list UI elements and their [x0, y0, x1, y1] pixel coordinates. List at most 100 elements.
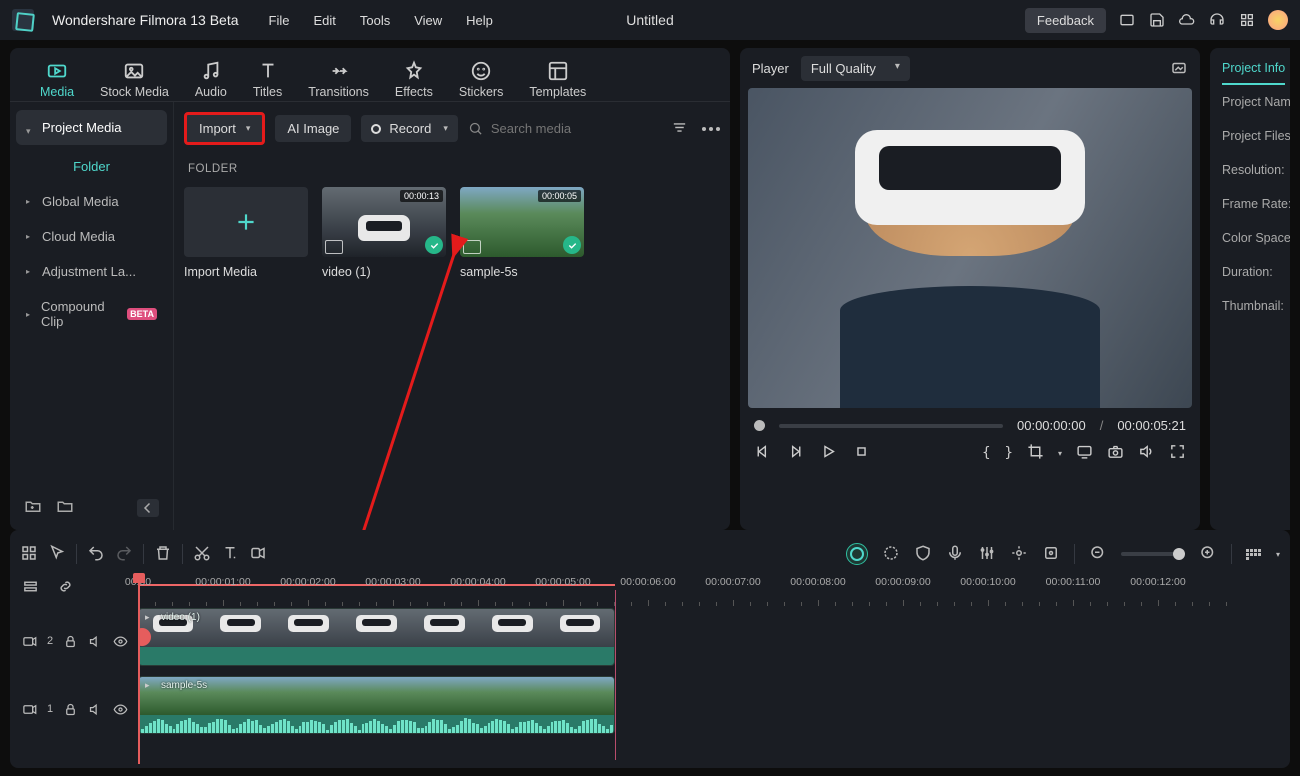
- mark-out-icon[interactable]: }: [1005, 445, 1013, 461]
- camera-icon[interactable]: [1107, 443, 1124, 463]
- clip-label: sample-5s: [161, 680, 207, 691]
- project-media-header[interactable]: Project Media: [16, 110, 167, 145]
- tab-effects[interactable]: Effects: [395, 60, 433, 101]
- more-icon[interactable]: [702, 127, 720, 131]
- link-icon[interactable]: [57, 578, 74, 598]
- search-media[interactable]: [468, 121, 661, 136]
- project-info-tab[interactable]: Project Info: [1222, 61, 1285, 85]
- track-add-icon[interactable]: [22, 578, 39, 598]
- import-button[interactable]: Import ▾: [184, 112, 265, 145]
- cursor-icon[interactable]: [48, 544, 66, 565]
- chevron-down-icon[interactable]: ▾: [1058, 449, 1062, 458]
- preview-viewport[interactable]: [748, 88, 1192, 408]
- titlebar: Wondershare Filmora 13 Beta File Edit To…: [0, 0, 1300, 40]
- grid-icon[interactable]: [20, 544, 38, 565]
- zoom-slider[interactable]: [1121, 552, 1185, 556]
- prev-frame-icon[interactable]: [754, 443, 771, 463]
- record-button[interactable]: Record ▾: [361, 115, 457, 142]
- shield-icon[interactable]: [914, 544, 932, 565]
- tab-transitions[interactable]: Transitions: [308, 60, 369, 101]
- delete-icon[interactable]: [154, 544, 172, 565]
- tab-templates[interactable]: Templates: [529, 60, 586, 101]
- quality-select[interactable]: Full Quality: [801, 56, 910, 81]
- progress-thumb[interactable]: [754, 420, 765, 431]
- eye-icon[interactable]: [113, 702, 128, 717]
- menu-view[interactable]: View: [414, 13, 442, 28]
- new-folder-icon[interactable]: [24, 497, 42, 518]
- filter-icon[interactable]: [671, 119, 688, 139]
- menu-file[interactable]: File: [269, 13, 290, 28]
- marker-icon[interactable]: [1042, 544, 1060, 565]
- tab-stickers[interactable]: Stickers: [459, 60, 503, 101]
- timeline-clip-sample5s[interactable]: ▸ sample-5s: [138, 676, 615, 734]
- snapshot-icon[interactable]: [1170, 59, 1188, 77]
- mic-icon[interactable]: [946, 544, 964, 565]
- ai-badge-icon[interactable]: [846, 543, 868, 565]
- mute-icon[interactable]: [88, 634, 103, 649]
- volume-icon[interactable]: [1138, 443, 1155, 463]
- timeline-ruler[interactable]: 00:0000:00:01:0000:00:02:0000:00:03:0000…: [138, 576, 1280, 606]
- collapse-icon[interactable]: [137, 499, 159, 517]
- eye-icon[interactable]: [113, 634, 128, 649]
- speed-icon[interactable]: [249, 544, 267, 565]
- zoom-in-icon[interactable]: [1199, 544, 1217, 565]
- ai-image-button[interactable]: AI Image: [275, 115, 351, 142]
- cut-icon[interactable]: [193, 544, 211, 565]
- play-back-icon[interactable]: [787, 443, 804, 463]
- sidebar-cloud-media[interactable]: ▸Cloud Media: [16, 219, 167, 254]
- sidebar-global-media[interactable]: ▸Global Media: [16, 184, 167, 219]
- tab-titles[interactable]: Titles: [253, 60, 282, 101]
- play-icon[interactable]: [820, 443, 837, 463]
- feedback-button[interactable]: Feedback: [1025, 8, 1106, 33]
- lock-icon[interactable]: [63, 634, 78, 649]
- media-clip-video1[interactable]: 00:00:13 video (1): [322, 187, 446, 279]
- undo-icon[interactable]: [87, 544, 105, 565]
- view-grid-icon[interactable]: [1246, 548, 1262, 560]
- media-clip-sample5s[interactable]: 00:00:05 sample-5s: [460, 187, 584, 279]
- layout-icon[interactable]: [1118, 11, 1136, 29]
- sidebar-compound-clip[interactable]: ▸Compound ClipBETA: [16, 289, 167, 339]
- menu-edit[interactable]: Edit: [313, 13, 335, 28]
- cloud-icon[interactable]: [1178, 11, 1196, 29]
- playhead[interactable]: [138, 574, 140, 764]
- stop-icon[interactable]: [853, 443, 870, 463]
- user-avatar[interactable]: [1268, 10, 1288, 30]
- track-1-lane[interactable]: ▸ sample-5s: [138, 676, 1280, 742]
- save-icon[interactable]: [1148, 11, 1166, 29]
- mute-icon[interactable]: [88, 702, 103, 717]
- tab-audio[interactable]: Audio: [195, 60, 227, 101]
- import-media-tile[interactable]: Import Media: [184, 187, 308, 279]
- apps-icon[interactable]: [1238, 11, 1256, 29]
- mark-in-icon[interactable]: {: [982, 445, 990, 461]
- sidebar-adjustment-layer[interactable]: ▸Adjustment La...: [16, 254, 167, 289]
- menu-help[interactable]: Help: [466, 13, 493, 28]
- chevron-down-icon[interactable]: ▾: [1276, 550, 1280, 559]
- clip-label: video (1): [161, 612, 200, 623]
- timeline-clip-video1[interactable]: ▸ video (1): [138, 608, 615, 666]
- chevron-down-icon: ▾: [246, 123, 251, 134]
- clip-name: video (1): [322, 265, 446, 279]
- folder-icon[interactable]: [56, 497, 74, 518]
- tab-stock-label: Stock Media: [100, 85, 169, 99]
- video-track-icon: [22, 702, 37, 717]
- chromakey-icon[interactable]: [1010, 544, 1028, 565]
- support-icon[interactable]: [1208, 11, 1226, 29]
- monitor-icon[interactable]: [1076, 443, 1093, 463]
- tab-media[interactable]: Media: [40, 60, 74, 101]
- clip-expand-icon: ▸: [145, 612, 150, 623]
- crop-icon[interactable]: [1027, 443, 1044, 463]
- lock-icon[interactable]: [63, 702, 78, 717]
- menu-tools[interactable]: Tools: [360, 13, 390, 28]
- progress-bar[interactable]: [779, 424, 1003, 428]
- search-input[interactable]: [491, 121, 631, 136]
- redo-icon[interactable]: [115, 544, 133, 565]
- track-2-lane[interactable]: ▸ video (1): [138, 608, 1280, 674]
- mixer-icon[interactable]: [978, 544, 996, 565]
- text-icon[interactable]: [221, 544, 239, 565]
- chevron-down-icon[interactable]: ▾: [26, 126, 31, 137]
- sidebar-item-label: Global Media: [42, 194, 119, 209]
- color-icon[interactable]: [882, 544, 900, 565]
- fullscreen-icon[interactable]: [1169, 443, 1186, 463]
- tab-stock[interactable]: Stock Media: [100, 60, 169, 101]
- zoom-out-icon[interactable]: [1089, 544, 1107, 565]
